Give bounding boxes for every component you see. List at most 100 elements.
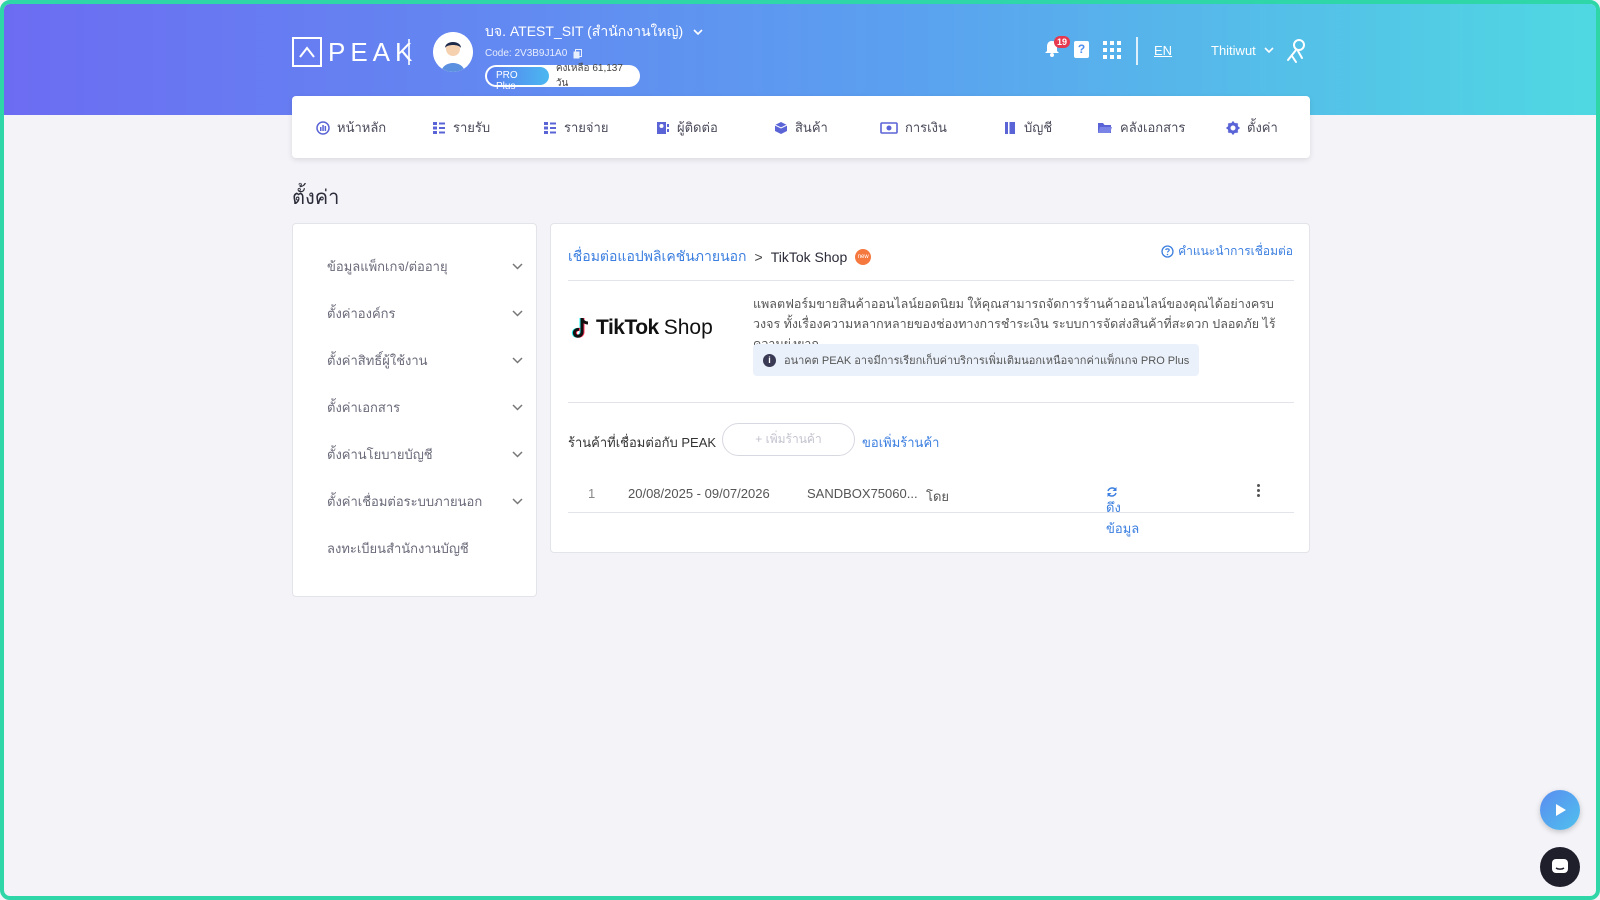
sidebar-item-label: ตั้งค่านโยบายบัญชี bbox=[327, 447, 433, 462]
request-add-shop-link[interactable]: ขอเพิ่มร้านค้า bbox=[862, 432, 939, 453]
app-frame: PEAK บจ. ATEST_SIT (สำนักงานใหญ่) Code: … bbox=[0, 0, 1600, 900]
company-avatar[interactable] bbox=[433, 32, 473, 72]
breadcrumb-parent-link[interactable]: เชื่อมต่อแอปพลิเคชันภายนอก bbox=[568, 246, 747, 268]
plan-remaining: คงเหลือ 61,137 วัน bbox=[555, 63, 623, 89]
chevron-down-icon bbox=[512, 404, 523, 411]
chevron-down-icon bbox=[512, 263, 523, 270]
logo-divider bbox=[408, 39, 410, 65]
sidebar-item-register-accounting-office[interactable]: ลงทะเบียนสำนักงานบัญชี bbox=[327, 538, 523, 559]
nav-item-income[interactable]: รายรับ bbox=[432, 117, 490, 138]
nav-item-settings[interactable]: ตั้งค่า bbox=[1226, 117, 1278, 138]
company-code: Code: 2V3B9J1A0 bbox=[485, 48, 568, 59]
row-period: 20/08/2025 - 09/07/2026 bbox=[628, 486, 770, 501]
chevron-down-icon bbox=[1264, 47, 1274, 54]
divider bbox=[568, 280, 1294, 281]
chevron-down-icon bbox=[512, 310, 523, 317]
row-more-options-icon[interactable] bbox=[1257, 484, 1260, 497]
list-icon bbox=[433, 121, 445, 134]
avatar-illustration-icon bbox=[433, 32, 473, 72]
tiktok-shop-logo: TikTok Shop bbox=[571, 316, 713, 340]
info-note-text: อนาคต PEAK อาจมีการเรียกเก็บค่าบริการเพิ… bbox=[784, 355, 1190, 367]
breadcrumb: เชื่อมต่อแอปพลิเคชันภายนอก > TikTok Shop… bbox=[568, 246, 872, 268]
sidebar-item-label: ตั้งค่าเชื่อมต่อระบบภายนอก bbox=[327, 494, 483, 509]
sidebar-item-label: ลงทะเบียนสำนักงานบัญชี bbox=[327, 541, 469, 556]
chevron-down-icon bbox=[512, 498, 523, 505]
tiktok-brand-text: TikTok bbox=[596, 316, 659, 339]
notification-count-badge: 19 bbox=[1054, 36, 1071, 48]
help-icon[interactable]: ? bbox=[1074, 41, 1089, 58]
tiktok-note-icon bbox=[571, 317, 589, 338]
info-note: i อนาคต PEAK อาจมีการเรียกเก็บค่าบริการเ… bbox=[753, 344, 1200, 376]
fetch-data-button[interactable]: ดึงข้อมูล bbox=[1106, 486, 1139, 536]
company-selector[interactable]: บจ. ATEST_SIT (สำนักงานใหญ่) bbox=[485, 21, 703, 43]
integration-panel: เชื่อมต่อแอปพลิเคชันภายนอก > TikTok Shop… bbox=[550, 223, 1310, 553]
settings-sidebar: ข้อมูลแพ็กเกจ/ต่ออายุ ตั้งค่าองค์กร ตั้ง… bbox=[292, 223, 537, 597]
tiktok-shop-text: Shop bbox=[663, 316, 713, 339]
user-figure-icon bbox=[1287, 39, 1305, 63]
nav-item-expenses[interactable]: รายจ่าย bbox=[543, 117, 608, 138]
nav-item-label: สินค้า bbox=[795, 120, 828, 135]
box-icon bbox=[774, 121, 788, 134]
table-row: 1 20/08/2025 - 09/07/2026 SANDBOX75060..… bbox=[568, 475, 1294, 536]
connected-shops-label: ร้านค้าที่เชื่อมต่อกับ PEAK bbox=[568, 435, 717, 450]
nav-item-label: รายรับ bbox=[453, 120, 491, 135]
row-by-label: โดย bbox=[926, 489, 950, 504]
sidebar-item-label: ข้อมูลแพ็กเกจ/ต่ออายุ bbox=[327, 259, 448, 274]
user-name: Thitiwut bbox=[1211, 43, 1256, 58]
dashboard-icon bbox=[316, 120, 330, 135]
nav-item-label: รายจ่าย bbox=[564, 120, 609, 135]
logo-text: PEAK bbox=[328, 36, 418, 67]
company-code-row: Code: 2V3B9J1A0 bbox=[485, 48, 703, 59]
gear-icon bbox=[1226, 121, 1240, 134]
sidebar-item-external-integrations[interactable]: ตั้งค่าเชื่อมต่อระบบภายนอก bbox=[327, 491, 523, 512]
chevron-down-icon bbox=[512, 357, 523, 364]
tutorial-play-button[interactable] bbox=[1540, 790, 1580, 830]
play-icon bbox=[1556, 804, 1566, 816]
row-index: 1 bbox=[588, 486, 596, 501]
plan-badge: PRO Plus bbox=[487, 67, 549, 92]
nav-item-label: ตั้งค่า bbox=[1247, 120, 1278, 135]
nav-item-products[interactable]: สินค้า bbox=[774, 117, 828, 138]
nav-item-accounts[interactable]: บัญชี bbox=[1003, 117, 1052, 138]
header-divider bbox=[1136, 37, 1138, 65]
sidebar-item-package[interactable]: ข้อมูลแพ็กเกจ/ต่ออายุ bbox=[327, 256, 523, 277]
nav-item-contacts[interactable]: ผู้ติดต่อ bbox=[656, 117, 718, 138]
question-circle-icon bbox=[1161, 245, 1174, 258]
row-shop-name: SANDBOX75060... bbox=[807, 486, 918, 501]
connection-guide-link[interactable]: คำแนะนำการเชื่อมต่อ bbox=[1161, 242, 1293, 261]
guide-link-label: คำแนะนำการเชื่อมต่อ bbox=[1178, 244, 1293, 258]
contacts-icon bbox=[657, 121, 669, 134]
add-shop-button[interactable]: + เพิ่มร้านค้า bbox=[722, 423, 855, 456]
nav-item-label: การเงิน bbox=[905, 120, 947, 135]
sidebar-item-label: ตั้งค่าสิทธิ์ผู้ใช้งาน bbox=[327, 353, 428, 368]
user-profile-icon[interactable] bbox=[1284, 38, 1308, 69]
plan-pill[interactable]: PRO Plus คงเหลือ 61,137 วัน bbox=[485, 63, 640, 92]
money-icon bbox=[880, 121, 898, 134]
apps-grid-icon[interactable] bbox=[1103, 41, 1121, 59]
info-icon: i bbox=[763, 353, 776, 367]
divider bbox=[568, 402, 1294, 403]
chat-launcher-button[interactable] bbox=[1540, 847, 1580, 887]
sidebar-item-accounting-policy[interactable]: ตั้งค่านโยบายบัญชี bbox=[327, 444, 523, 465]
nav-item-documents[interactable]: คลังเอกสาร bbox=[1097, 117, 1185, 138]
notifications-button[interactable]: 19 bbox=[1044, 36, 1071, 62]
sidebar-item-organization[interactable]: ตั้งค่าองค์กร bbox=[327, 303, 523, 324]
language-switch[interactable]: EN bbox=[1154, 43, 1172, 58]
nav-item-home[interactable]: หน้าหลัก bbox=[316, 117, 386, 138]
sidebar-item-documents[interactable]: ตั้งค่าเอกสาร bbox=[327, 397, 523, 418]
chevron-down-icon bbox=[512, 451, 523, 458]
nav-item-finance[interactable]: การเงิน bbox=[880, 117, 947, 138]
list-icon bbox=[544, 121, 556, 134]
nav-item-label: ผู้ติดต่อ bbox=[677, 120, 718, 135]
sidebar-item-permissions[interactable]: ตั้งค่าสิทธิ์ผู้ใช้งาน bbox=[327, 350, 523, 371]
nav-item-label: คลังเอกสาร bbox=[1120, 120, 1186, 135]
breadcrumb-separator: > bbox=[754, 249, 763, 265]
peak-logo[interactable]: PEAK bbox=[292, 37, 417, 67]
copy-icon[interactable] bbox=[573, 48, 583, 59]
new-badge: new bbox=[855, 249, 872, 265]
folder-icon bbox=[1098, 122, 1112, 133]
user-menu[interactable]: Thitiwut bbox=[1211, 43, 1274, 58]
sidebar-item-label: ตั้งค่าองค์กร bbox=[327, 306, 396, 321]
main-navigation: หน้าหลัก รายรับ รายจ่าย ผู้ติดต่อ สินค้า… bbox=[292, 96, 1310, 158]
nav-item-label: บัญชี bbox=[1024, 120, 1053, 135]
